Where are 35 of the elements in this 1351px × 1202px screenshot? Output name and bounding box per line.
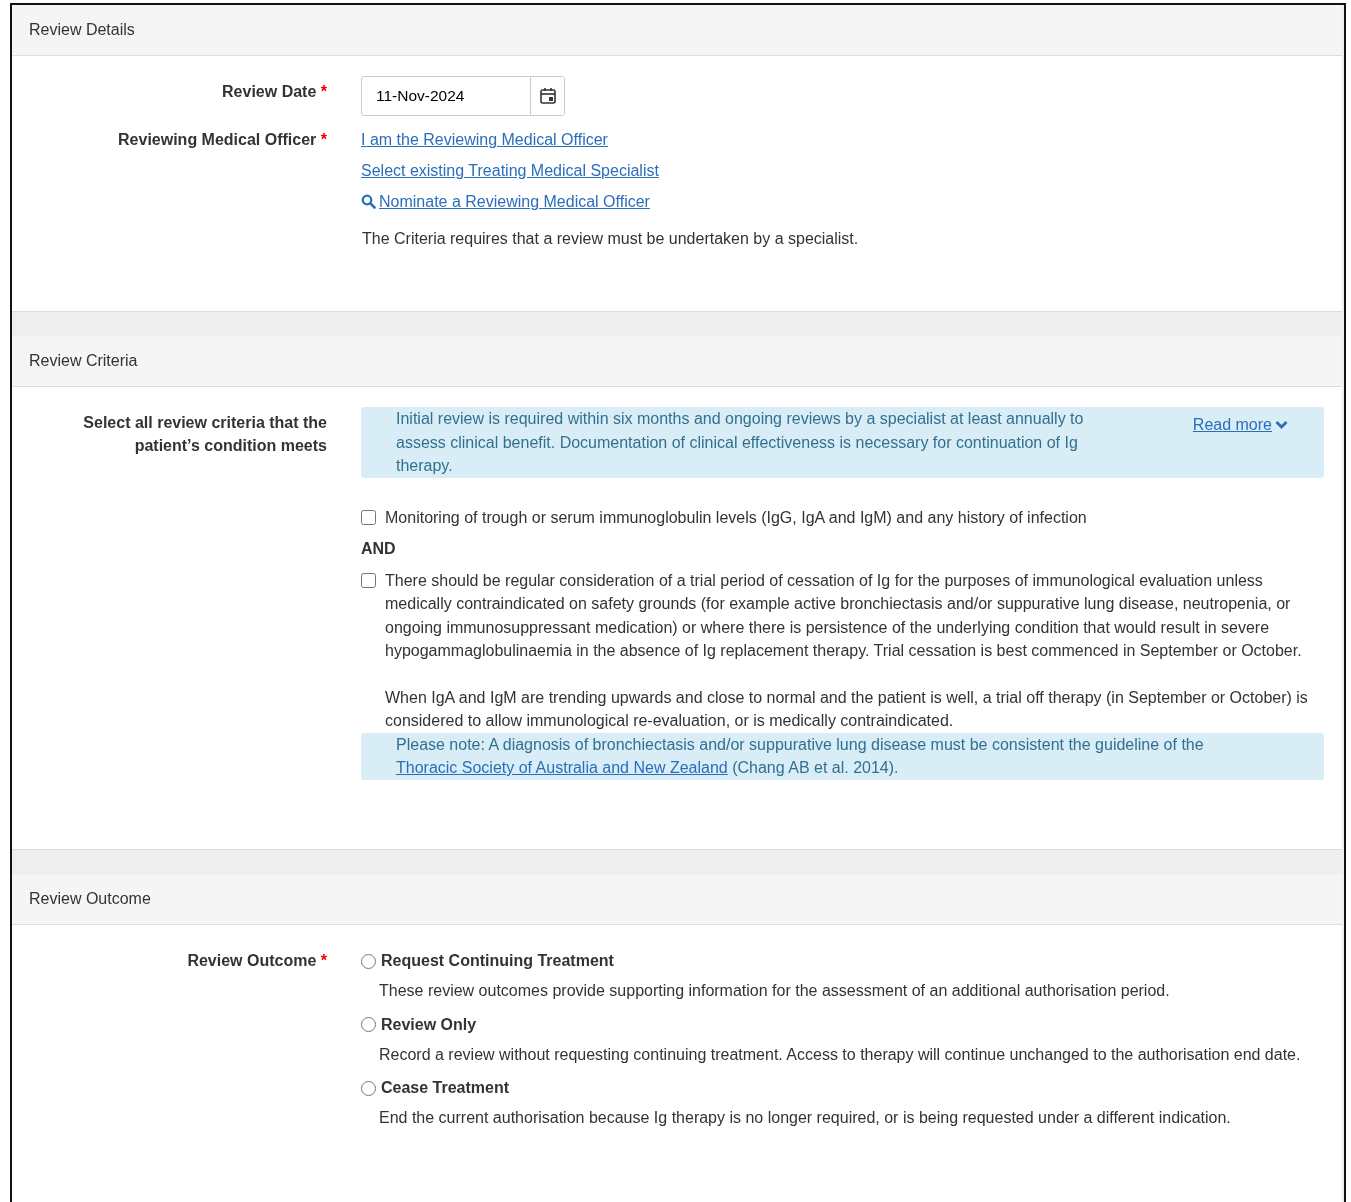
checkbox[interactable]	[361, 509, 376, 525]
option-label[interactable]: Review Only	[381, 1012, 477, 1037]
calendar-icon	[538, 87, 557, 105]
search-icon	[361, 194, 376, 209]
date-field[interactable]: 11-Nov-2024	[361, 76, 565, 116]
calendar-button[interactable]	[530, 77, 564, 115]
read-more-link[interactable]: Read more	[1192, 413, 1288, 437]
criterion-text: There should be regular consideration of a trial period of cessation of Ig for the purposes of immunological evaluation unless medically contraindicated on safety grounds (for example active bronchiectasis and/or suppurative lung disease, neutropenia, or ongoing immunosuppressant medication) or where there is persistence of the underlying condition that would result in severe hypogammaglobulinaemia in the absence of Ig replacement therapy. Trial cessation is best commenced in September or October.	[385, 570, 1303, 661]
panel-header: Review Outcome	[12, 874, 1342, 925]
field-label: Review Date *	[221, 82, 327, 102]
field-label: Reviewing Medical Officer *	[117, 130, 327, 150]
option-label[interactable]: Cease Treatment	[381, 1076, 510, 1100]
radio-button[interactable]	[361, 1080, 376, 1096]
checkbox[interactable]	[361, 572, 376, 588]
nominate-link[interactable]: Nominate a Reviewing Medical Officer	[361, 190, 650, 213]
radio-button[interactable]	[361, 1017, 376, 1032]
criterion-text: When IgA and IgM are trending upwards and close to normal and the patient is well, a trial off therapy (in September or October) is considered to allow immunological re-evaluation, or is medically contraindicated.	[385, 687, 1309, 731]
option-description: Record a review without requesting continuing treatment. Access to therapy will continue unchanged to the authorisation end date.	[379, 1044, 1302, 1065]
option-label[interactable]: Request Continuing Treatment	[381, 949, 614, 973]
panel-header: Review Details	[12, 5, 1342, 56]
option-description: End the current authorisation because Ig therapy is no longer required, or is being requested under a different indication.	[379, 1108, 1232, 1128]
info-text: Initial review is required within six months and ongoing reviews by a specialist at least annually to assess clinical benefit. Documentation of clinical effectiveness is necessary for continuation of Ig therapy.	[396, 409, 1085, 476]
field-label: Select all review criteria that the patient’s condition meets	[82, 413, 327, 456]
radio-button[interactable]	[361, 953, 376, 969]
connector-text: AND	[361, 539, 397, 559]
note-text: Please note: A diagnosis of bronchiectasis and/or suppurative lung disease must be consistent the guideline of the Thoracic Society of Australia and New Zealand (Chang AB et al. 2014).	[361, 732, 1324, 780]
link[interactable]: I am the Reviewing Medical Officer	[361, 128, 608, 151]
guideline-link[interactable]: Thoracic Society of Australia and New Zealand	[396, 759, 728, 776]
chevron-down-icon	[1275, 419, 1288, 430]
field-label: Review Outcome *	[186, 951, 327, 971]
panel-header: Review Criteria	[12, 336, 1342, 387]
hint-text: The Criteria requires that a review must be undertaken by a specialist.	[362, 229, 859, 249]
criterion-text: Monitoring of trough or serum immunoglobulin levels (IgG, IgA and IgM) and any history of infection	[385, 507, 1087, 528]
option-description: These review outcomes provide supporting information for the assessment of an additional authorisation period.	[379, 981, 1171, 1001]
link[interactable]: Select existing Treating Medical Specialist	[361, 159, 659, 182]
